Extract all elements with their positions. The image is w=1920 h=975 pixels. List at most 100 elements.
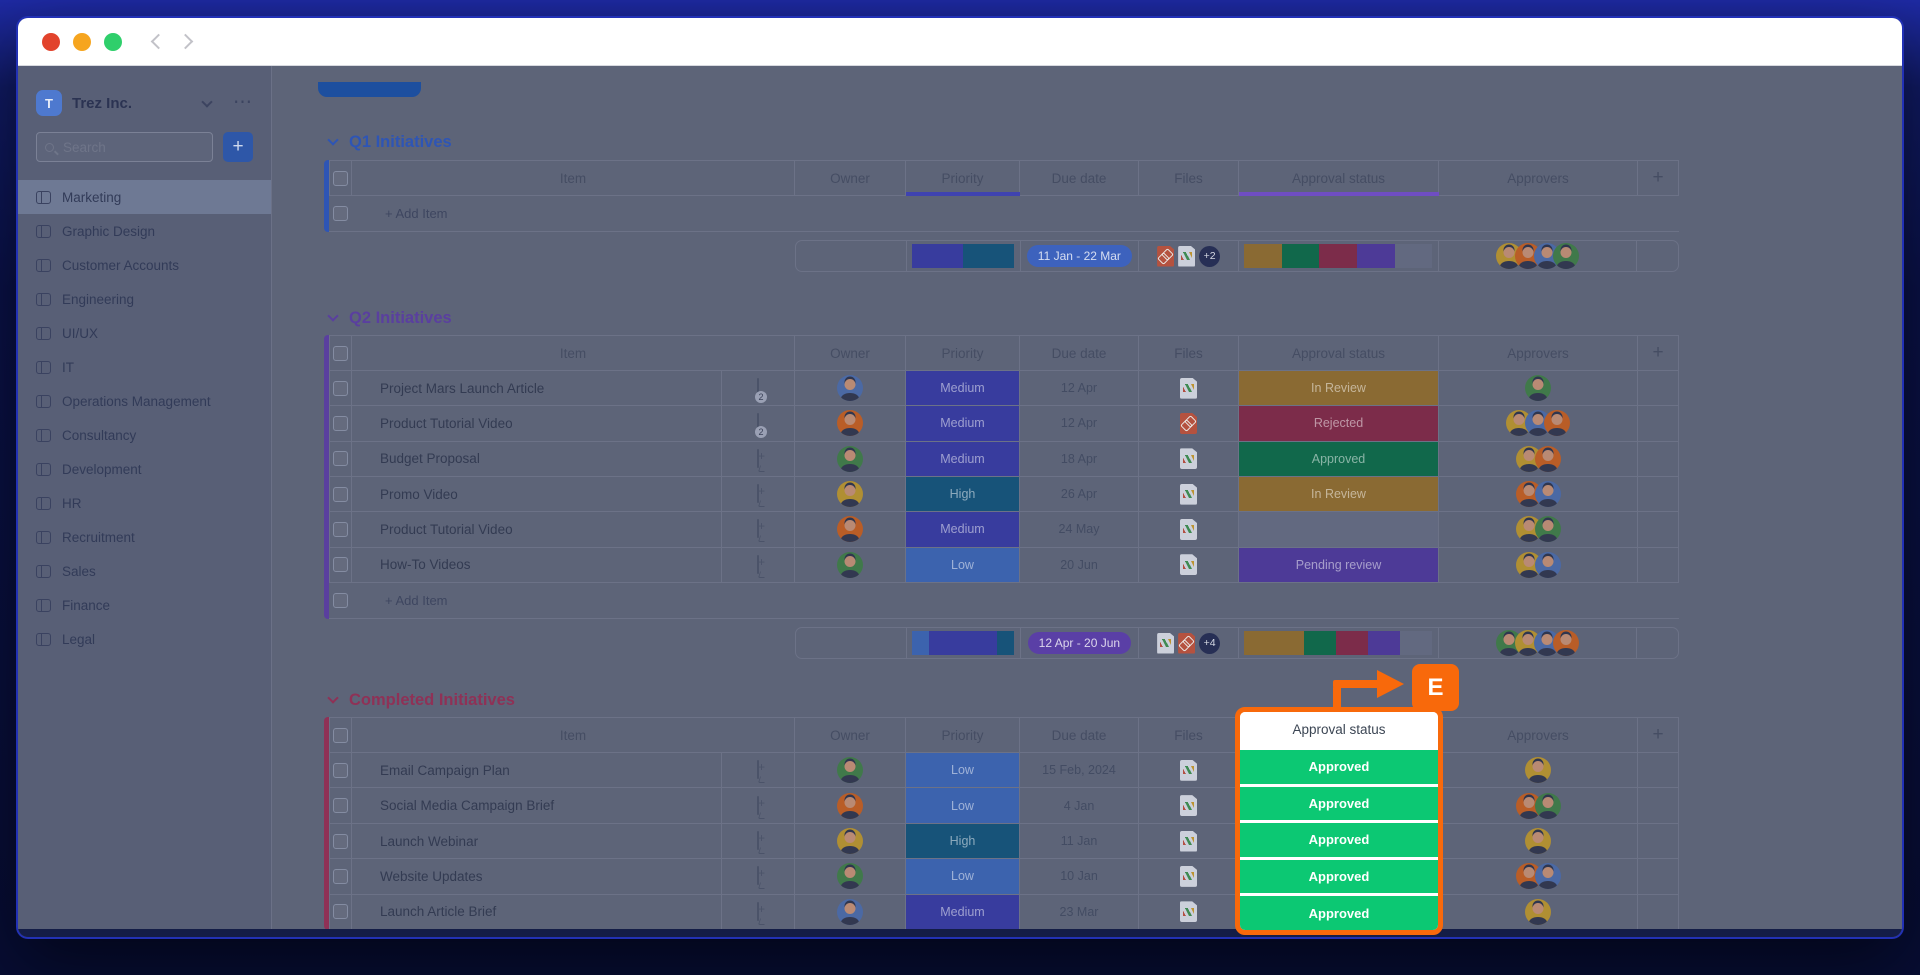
column-header-files[interactable]: Files bbox=[1139, 336, 1239, 370]
chevron-down-icon[interactable] bbox=[327, 692, 338, 703]
file-chart-icon[interactable] bbox=[1180, 760, 1197, 781]
row-checkbox[interactable] bbox=[329, 548, 352, 582]
priority-cell[interactable]: Medium bbox=[906, 406, 1020, 440]
chat-icon[interactable] bbox=[757, 903, 759, 921]
table-row[interactable]: How-To VideosLow20 JunPending review bbox=[329, 548, 1679, 583]
highlighted-approval-cell[interactable]: Approved bbox=[1240, 857, 1438, 894]
approval-status-cell[interactable]: In Review bbox=[1239, 477, 1439, 511]
column-header-due-date[interactable]: Due date bbox=[1020, 336, 1139, 370]
search-input[interactable] bbox=[61, 139, 204, 156]
row-checkbox[interactable] bbox=[329, 442, 352, 476]
checkbox[interactable] bbox=[333, 763, 348, 778]
column-header-owner[interactable]: Owner bbox=[795, 718, 906, 752]
priority-cell[interactable]: Medium bbox=[906, 371, 1020, 405]
files-cell[interactable] bbox=[1139, 753, 1239, 787]
sidebar-item-customer-accounts[interactable]: Customer Accounts bbox=[18, 248, 271, 282]
owner-cell[interactable] bbox=[795, 895, 906, 929]
approval-status-cell[interactable] bbox=[1239, 512, 1439, 546]
priority-cell[interactable]: High bbox=[906, 477, 1020, 511]
due-date-cell[interactable]: 11 Jan bbox=[1020, 824, 1139, 858]
owner-cell[interactable] bbox=[795, 859, 906, 893]
approvers-cell[interactable] bbox=[1439, 895, 1638, 929]
chevron-down-icon[interactable] bbox=[201, 96, 212, 107]
item-cell[interactable]: Website Updates bbox=[352, 859, 722, 893]
owner-cell[interactable] bbox=[795, 824, 906, 858]
chat-icon[interactable] bbox=[757, 485, 759, 503]
due-date-cell[interactable]: 10 Jan bbox=[1020, 859, 1139, 893]
priority-cell[interactable]: Low bbox=[906, 859, 1020, 893]
row-checkbox[interactable] bbox=[329, 512, 352, 546]
chevron-down-icon[interactable] bbox=[327, 310, 338, 321]
item-cell[interactable]: Project Mars Launch Article bbox=[352, 371, 722, 405]
minimize-button[interactable] bbox=[73, 33, 91, 51]
sidebar-item-consultancy[interactable]: Consultancy bbox=[18, 418, 271, 452]
approvers-cell[interactable] bbox=[1439, 788, 1638, 822]
priority-cell[interactable]: Low bbox=[906, 788, 1020, 822]
item-cell[interactable]: How-To Videos bbox=[352, 548, 722, 582]
item-cell[interactable]: Email Campaign Plan bbox=[352, 753, 722, 787]
approvers-cell[interactable] bbox=[1439, 442, 1638, 476]
table-row[interactable]: Project Mars Launch Article 2 Medium12 Apr… bbox=[329, 371, 1679, 406]
highlighted-approval-cell[interactable]: Approved bbox=[1240, 820, 1438, 857]
group-title-q1[interactable]: Q1 Initiatives bbox=[329, 128, 452, 156]
row-checkbox[interactable] bbox=[329, 477, 352, 511]
table-row[interactable]: Product Tutorial VideoMedium24 May bbox=[329, 512, 1679, 547]
due-date-cell[interactable]: 23 Mar bbox=[1020, 895, 1139, 929]
chat-cell[interactable] bbox=[722, 788, 795, 822]
checkbox[interactable] bbox=[333, 171, 348, 186]
item-cell[interactable]: Social Media Campaign Brief bbox=[352, 788, 722, 822]
group-title-q2[interactable]: Q2 Initiatives bbox=[329, 304, 452, 332]
table-row[interactable]: Product Tutorial Video2Medium12 AprRejec… bbox=[329, 406, 1679, 441]
item-cell[interactable]: Budget Proposal bbox=[352, 442, 722, 476]
files-cell[interactable] bbox=[1139, 442, 1239, 476]
files-cell[interactable] bbox=[1139, 548, 1239, 582]
header-checkbox[interactable] bbox=[329, 718, 352, 752]
table-row[interactable]: Launch Article BriefMedium23 MarApproved bbox=[329, 895, 1679, 930]
checkbox[interactable] bbox=[333, 869, 348, 884]
chat-cell[interactable]: 2 bbox=[722, 371, 795, 405]
owner-cell[interactable] bbox=[795, 442, 906, 476]
approvers-cell[interactable] bbox=[1439, 753, 1638, 787]
due-date-cell[interactable]: 4 Jan bbox=[1020, 788, 1139, 822]
item-cell[interactable]: Launch Webinar bbox=[352, 824, 722, 858]
chat-icon[interactable] bbox=[757, 797, 759, 815]
approvers-cell[interactable] bbox=[1439, 548, 1638, 582]
priority-cell[interactable]: Medium bbox=[906, 512, 1020, 546]
column-header-owner[interactable]: Owner bbox=[795, 336, 906, 370]
group-title-completed[interactable]: Completed Initiatives bbox=[329, 686, 515, 714]
file-chart-icon[interactable] bbox=[1180, 831, 1197, 852]
owner-cell[interactable] bbox=[795, 548, 906, 582]
checkbox[interactable] bbox=[333, 381, 348, 396]
file-link-icon[interactable] bbox=[1178, 633, 1195, 654]
files-cell[interactable] bbox=[1139, 371, 1239, 405]
approval-status-cell[interactable]: Rejected bbox=[1239, 406, 1439, 440]
column-header-files[interactable]: Files bbox=[1139, 161, 1239, 195]
add-item-button[interactable]: + Add Item bbox=[385, 593, 448, 608]
approvers-cell[interactable] bbox=[1439, 477, 1638, 511]
file-chart-icon[interactable] bbox=[1180, 795, 1197, 816]
chat-cell[interactable] bbox=[722, 548, 795, 582]
priority-cell[interactable]: Low bbox=[906, 548, 1020, 582]
highlighted-approval-cell[interactable]: Approved bbox=[1240, 747, 1438, 784]
chat-icon[interactable]: 2 bbox=[757, 379, 759, 397]
due-date-cell[interactable]: 12 Apr bbox=[1020, 371, 1139, 405]
chat-icon[interactable] bbox=[757, 556, 759, 574]
owner-cell[interactable] bbox=[795, 477, 906, 511]
priority-cell[interactable]: High bbox=[906, 824, 1020, 858]
sidebar-item-engineering[interactable]: Engineering bbox=[18, 282, 271, 316]
forward-icon[interactable] bbox=[178, 34, 194, 50]
add-column-button[interactable]: + bbox=[1638, 161, 1679, 195]
file-chart-icon[interactable] bbox=[1180, 448, 1197, 469]
column-header-item[interactable]: Item bbox=[352, 718, 795, 752]
priority-cell[interactable]: Low bbox=[906, 753, 1020, 787]
file-chart-icon[interactable] bbox=[1157, 633, 1174, 654]
due-date-cell[interactable]: 15 Feb, 2024 bbox=[1020, 753, 1139, 787]
column-header-due-date[interactable]: Due date bbox=[1020, 718, 1139, 752]
table-row[interactable]: Social Media Campaign BriefLow4 JanAppro… bbox=[329, 788, 1679, 823]
priority-cell[interactable]: Medium bbox=[906, 442, 1020, 476]
owner-cell[interactable] bbox=[795, 788, 906, 822]
checkbox[interactable] bbox=[333, 904, 348, 919]
column-header-owner[interactable]: Owner bbox=[795, 161, 906, 195]
checkbox[interactable] bbox=[333, 522, 348, 537]
column-header-item[interactable]: Item bbox=[352, 336, 795, 370]
